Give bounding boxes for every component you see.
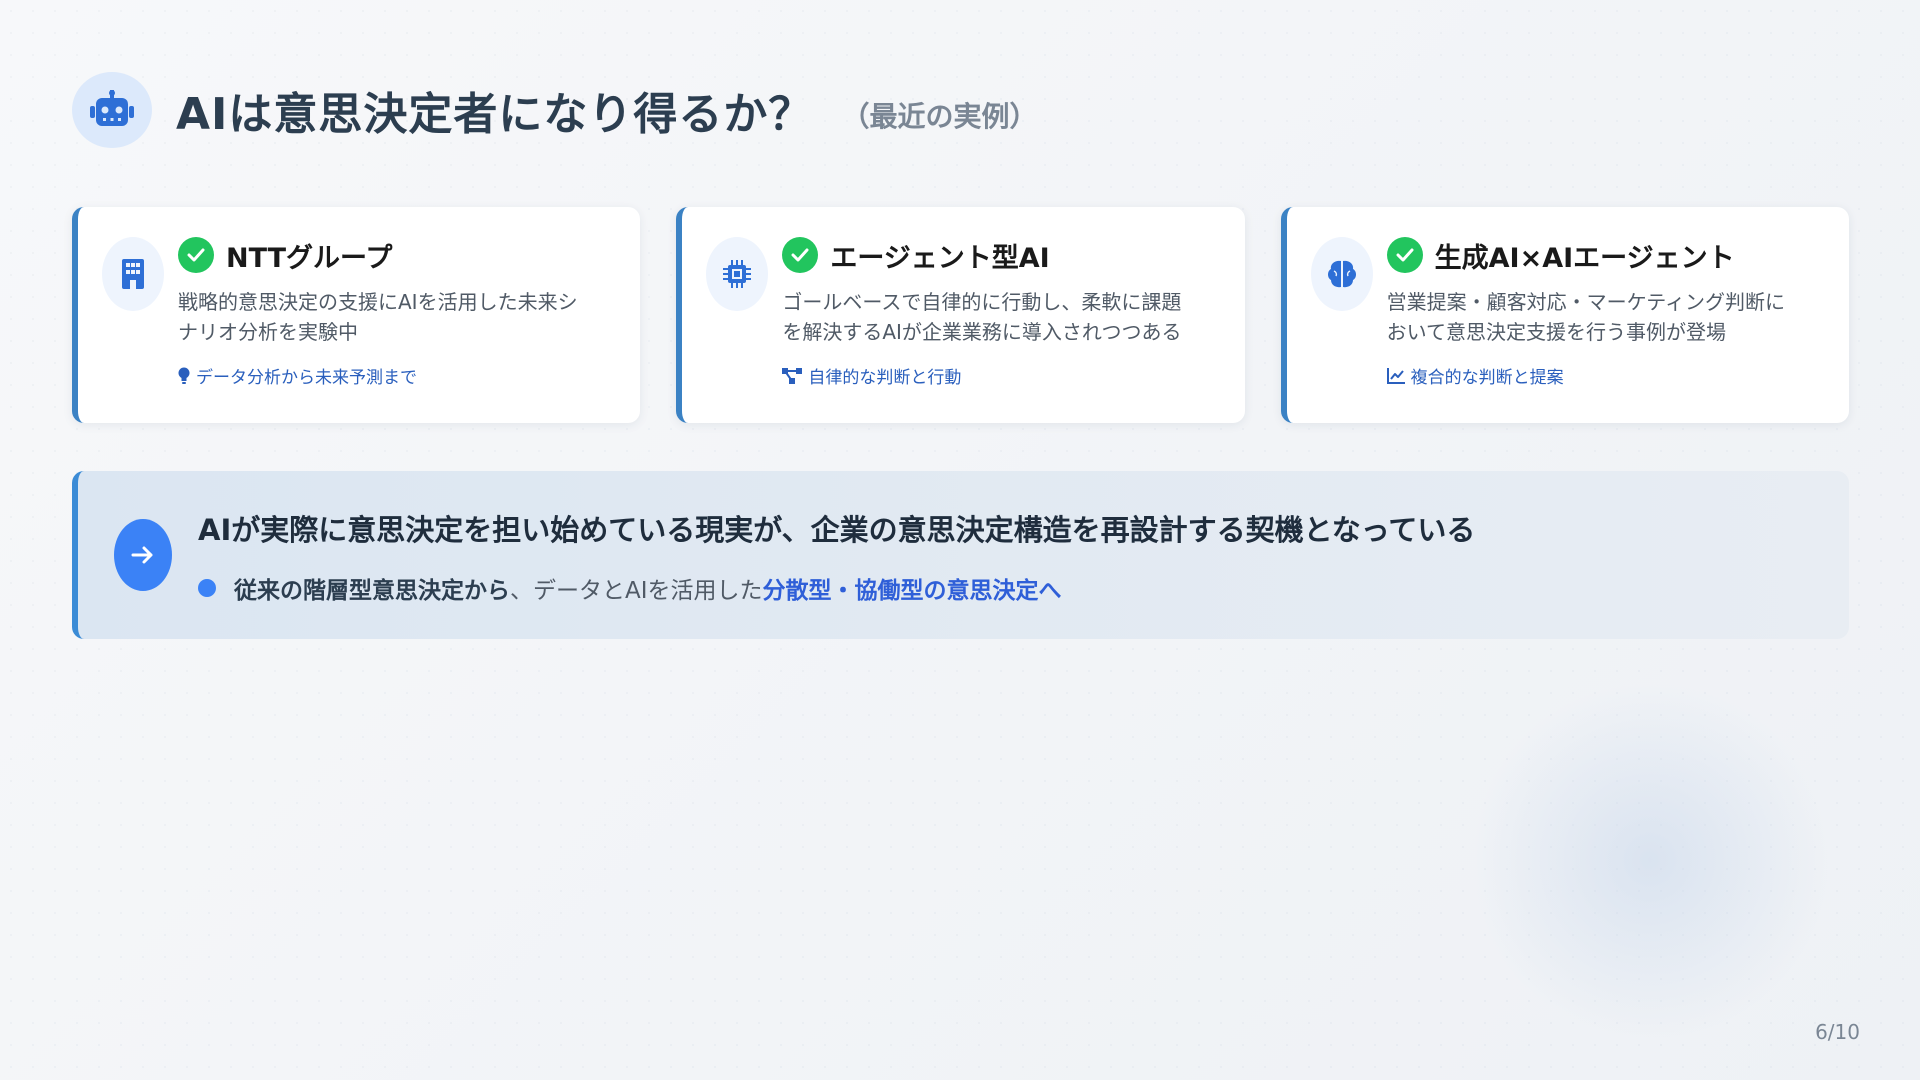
robot-icon: [72, 72, 152, 148]
conclusion-banner: AIが実際に意思決定を担い始めている現実が、企業の意思決定構造を再設計する契機と…: [72, 471, 1849, 639]
check-icon: [1386, 237, 1423, 273]
network-icon: [782, 367, 803, 384]
card-description: ゴールベースで自律的に行動し、柔軟に課題 を解決するAIが企業業務に導入されつつ…: [782, 290, 1182, 344]
conclusion-text: AIが実際に意思決定を担い始めている現実が、企業の意思決定構造を再設計する契機と…: [198, 513, 1476, 547]
conclusion-subtext: 従来の階層型意思決定から 、データとAIを活用した 分散型・協働型の意思決定へ: [198, 571, 1062, 605]
chip-icon: [706, 237, 769, 311]
check-icon: [178, 237, 214, 273]
background-glow: [1470, 680, 1830, 1040]
card-description: 戦略的意思決定の支援にAIを活用した未来シ ナリオ分析を実験中: [178, 290, 578, 344]
check-icon: [782, 237, 819, 273]
line-chart-icon: [1386, 367, 1405, 384]
arrow-right-icon: [114, 519, 172, 591]
bullet-dot: [198, 579, 216, 597]
card-description: 営業提案・顧客対応・マーケティング判断に おいて意思決定支援を行う事例が登場: [1386, 290, 1786, 344]
example-cards: NTTグループ 戦略的意思決定の支援にAIを活用した未来シ ナリオ分析を実験中 …: [72, 207, 1849, 423]
card-tag: 複合的な判断と提案: [1386, 363, 1819, 388]
card-title: 生成AI×AIエージェント: [1434, 242, 1735, 274]
building-icon: [102, 237, 164, 311]
card-agent-ai: エージェント型AI ゴールベースで自律的に行動し、柔軟に課題 を解決するAIが企…: [676, 207, 1245, 423]
card-tag: 自律的な判断と行動: [782, 363, 1214, 388]
slide-header: AIは意思決定者になり得るか？ （最近の実例）: [72, 72, 1037, 148]
card-ntt-group: NTTグループ 戦略的意思決定の支援にAIを活用した未来シ ナリオ分析を実験中 …: [72, 207, 641, 423]
page-subtitle: （最近の実例）: [841, 100, 1038, 133]
page-title: AIは意思決定者になり得るか？: [176, 89, 814, 140]
brain-icon: [1310, 237, 1373, 311]
card-genai-agent: 生成AI×AIエージェント 営業提案・顧客対応・マーケティング判断に おいて意思…: [1280, 207, 1849, 423]
card-tag: データ分析から未来予測まで: [178, 363, 610, 388]
lightbulb-icon: [178, 367, 190, 384]
card-title: エージェント型AI: [830, 242, 1050, 274]
page-number: 6/10: [1815, 1020, 1860, 1044]
card-title: NTTグループ: [226, 242, 393, 274]
